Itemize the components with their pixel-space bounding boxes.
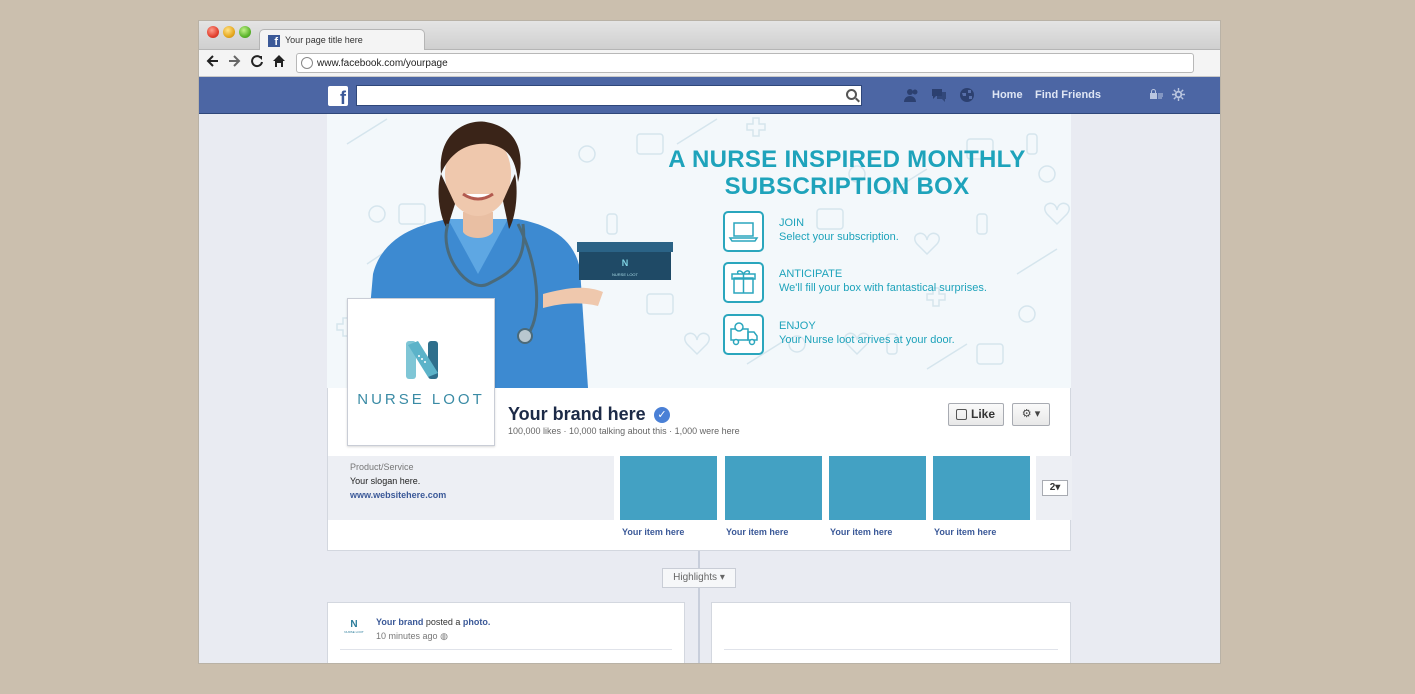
cover-headline: A NURSE INSPIRED MONTHLY SUBSCRIPTION BO… <box>627 146 1067 200</box>
minimize-window-button[interactable] <box>223 26 235 38</box>
tab-title: Your page title here <box>285 35 363 45</box>
page-options-button[interactable]: ⚙ ▾ <box>1012 403 1050 426</box>
step-description: We'll fill your box with fantastical sur… <box>779 282 987 294</box>
title-bar: f Your page title here <box>199 21 1220 51</box>
delivery-truck-icon <box>723 314 764 355</box>
settings-gear-icon[interactable] <box>1172 88 1185 101</box>
timeline-post: N NURSE LOOT Your brand posted a photo. … <box>327 602 685 663</box>
app-tile[interactable] <box>620 456 717 520</box>
timeline-post-empty <box>711 602 1071 663</box>
website-link[interactable]: www.websitehere.com <box>350 490 446 500</box>
step-anticipate: ANTICIPATE We'll fill your box with fant… <box>723 262 1063 306</box>
step-description: Select your subscription. <box>779 231 899 243</box>
close-window-button[interactable] <box>207 26 219 38</box>
post-divider <box>724 649 1058 650</box>
more-apps-panel: 2▾ <box>1036 456 1072 520</box>
step-description: Your Nurse loot arrives at your door. <box>779 334 955 346</box>
zoom-window-button[interactable] <box>239 26 251 38</box>
address-bar[interactable]: www.facebook.com/yourpage <box>296 53 1194 73</box>
nurse-loot-logo-icon <box>406 341 438 379</box>
app-tile[interactable] <box>725 456 822 520</box>
headline-line-2: SUBSCRIPTION BOX <box>724 173 970 200</box>
browser-toolbar: www.facebook.com/yourpage <box>199 50 1220 77</box>
facebook-favicon-icon: f <box>268 35 280 48</box>
laptop-icon <box>723 211 764 252</box>
post-action-text: posted a <box>425 617 461 627</box>
step-title: ANTICIPATE <box>779 268 843 280</box>
page-slogan: Your slogan here. <box>350 476 421 486</box>
page-name[interactable]: Your brand here <box>508 404 646 425</box>
back-button[interactable] <box>206 53 220 73</box>
highlights-label: Highlights <box>673 572 718 583</box>
headline-line-1: A NURSE INSPIRED MONTHLY <box>668 146 1026 173</box>
app-tile-label[interactable]: Your item here <box>622 527 684 537</box>
thumbs-up-icon <box>956 409 967 420</box>
page-stats: 100,000 likes · 10,000 talking about thi… <box>508 426 740 436</box>
svg-text:NURSE LOOT: NURSE LOOT <box>612 272 639 277</box>
step-join: JOIN Select your subscription. <box>723 211 1063 255</box>
about-section: Product/Service Your slogan here. www.we… <box>328 456 614 520</box>
page-category: Product/Service <box>350 462 414 472</box>
post-photo-link[interactable]: photo. <box>463 617 491 627</box>
chevron-down-icon: ▾ <box>1034 408 1041 420</box>
nav-find-friends-link[interactable]: Find Friends <box>1035 89 1101 101</box>
browser-window: f Your page title here www.facebook.com/… <box>198 20 1221 664</box>
facebook-search-input[interactable] <box>356 85 862 106</box>
post-author-link[interactable]: Your brand <box>376 617 423 627</box>
reload-icon <box>251 55 263 68</box>
reload-button[interactable] <box>250 53 264 73</box>
facebook-header: f Home Find Friends <box>199 77 1220 114</box>
profile-picture[interactable]: NURSE LOOT <box>347 298 495 446</box>
subscription-box-image: N NURSE LOOT <box>577 242 673 280</box>
profile-logo-text: NURSE LOOT <box>357 391 485 408</box>
more-apps-button[interactable]: 2▾ <box>1042 480 1068 496</box>
messages-icon[interactable] <box>931 87 947 103</box>
arrow-right-icon <box>229 55 241 67</box>
chevron-down-icon: ▾ <box>719 572 725 583</box>
browser-tab[interactable]: f Your page title here <box>259 29 425 51</box>
nav-home-link[interactable]: Home <box>992 89 1023 101</box>
app-tile-label[interactable]: Your item here <box>830 527 892 537</box>
app-tile[interactable] <box>933 456 1030 520</box>
post-header: Your brand posted a photo. <box>376 617 490 627</box>
globe-icon: ◍ <box>440 631 448 641</box>
svg-text:N: N <box>622 258 629 268</box>
facebook-logo[interactable]: f <box>328 86 348 106</box>
post-divider <box>340 649 672 650</box>
step-title: JOIN <box>779 217 805 229</box>
gift-icon <box>723 262 764 303</box>
app-tile[interactable] <box>829 456 926 520</box>
privacy-shortcuts-icon[interactable] <box>1149 88 1163 102</box>
post-author-avatar[interactable]: N NURSE LOOT <box>340 619 368 641</box>
highlights-dropdown[interactable]: Highlights ▾ <box>662 568 736 588</box>
forward-button[interactable] <box>227 53 241 73</box>
friend-requests-icon[interactable] <box>904 87 920 103</box>
globe-icon <box>301 57 313 69</box>
like-button-label: Like <box>970 407 995 421</box>
arrow-left-icon <box>206 55 218 67</box>
url-text: www.facebook.com/yourpage <box>317 58 448 69</box>
verified-check-icon: ✓ <box>654 407 670 423</box>
app-tile-label[interactable]: Your item here <box>726 527 788 537</box>
home-button[interactable] <box>272 53 286 73</box>
app-tile-label[interactable]: Your item here <box>934 527 996 537</box>
post-timestamp[interactable]: 10 minutes ago ◍ <box>376 631 448 642</box>
gear-icon: ⚙ <box>1021 408 1032 420</box>
step-enjoy: ENJOY Your Nurse loot arrives at your do… <box>723 314 1063 358</box>
search-icon[interactable] <box>846 89 857 100</box>
step-title: ENJOY <box>779 320 816 332</box>
like-button[interactable]: Like <box>948 403 1004 426</box>
notifications-globe-icon[interactable] <box>959 87 975 103</box>
home-icon <box>273 55 285 67</box>
